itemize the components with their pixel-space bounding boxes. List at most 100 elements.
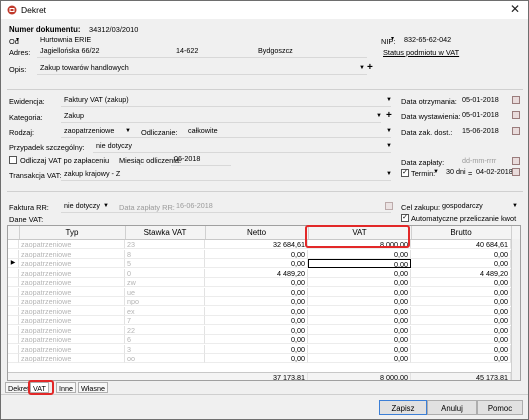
przypadek-select[interactable]: nie dotyczy: [93, 141, 391, 152]
kategoria-add-icon[interactable]: +: [386, 110, 392, 121]
nip-field[interactable]: 832-65-62-042: [401, 35, 471, 46]
cell-stawka[interactable]: 0: [125, 268, 205, 278]
cell-typ[interactable]: zaopatrzeniowe: [19, 240, 125, 249]
ewidencja-select[interactable]: Faktury VAT (zakup): [61, 95, 391, 106]
data-zaplaty-field[interactable]: dd-mm-rrrr: [459, 156, 507, 167]
odliczanie-dropdown-icon[interactable]: ▼: [386, 127, 392, 135]
data-zaplaty-calendar-icon[interactable]: [512, 157, 520, 165]
faktura-rr-dropdown-icon[interactable]: ▼: [103, 202, 109, 210]
automatyczne-checkbox[interactable]: ✓: [401, 214, 409, 222]
table-scrollbar[interactable]: [511, 239, 520, 380]
cel-zakupu-dropdown-icon[interactable]: ▼: [512, 202, 518, 210]
transakcja-select[interactable]: zakup krajowy - Z: [61, 169, 391, 180]
cell-brutto[interactable]: 0,00: [411, 259, 511, 268]
cell-vat[interactable]: 0,00: [308, 287, 411, 297]
cell-brutto[interactable]: 0,00: [411, 278, 511, 287]
adres-street-field[interactable]: Jagiellońska 66/22: [37, 46, 173, 57]
cell-brutto[interactable]: 0,00: [411, 249, 511, 259]
cell-brutto[interactable]: 0,00: [411, 306, 511, 316]
data-wystawienia-field[interactable]: 05-01-2018: [459, 110, 507, 121]
cell-netto[interactable]: 0,00: [205, 344, 308, 354]
cell-typ[interactable]: zaopatrzeniowe: [19, 268, 125, 278]
termin-calendar-icon[interactable]: [512, 168, 520, 176]
cell-typ[interactable]: zaopatrzeniowe: [19, 306, 125, 316]
table-row[interactable]: zaopatrzeniowe 23 32 684,61 8 000,00 40 684,…: [8, 240, 511, 249]
table-row[interactable]: zaopatrzeniowe 3 0,00 0,00 0,00: [8, 344, 511, 354]
cell-vat[interactable]: 0,00: [308, 306, 411, 316]
column-header-brutto[interactable]: Brutto: [411, 226, 512, 239]
ewidencja-dropdown-icon[interactable]: ▼: [386, 96, 392, 104]
cell-typ[interactable]: zaopatrzeniowe: [19, 259, 125, 268]
cell-netto[interactable]: 0,00: [205, 278, 308, 287]
cell-vat[interactable]: 0,00: [308, 354, 411, 363]
cell-netto[interactable]: 4 489,20: [205, 268, 308, 278]
cell-brutto[interactable]: 0,00: [411, 354, 511, 363]
cell-stawka[interactable]: 8: [125, 249, 205, 259]
cell-brutto[interactable]: 4 489,20: [411, 268, 511, 278]
cell-brutto[interactable]: 0,00: [411, 325, 511, 335]
cell-vat[interactable]: 0,00: [308, 335, 411, 344]
zapisz-button[interactable]: Zapisz: [379, 400, 427, 415]
table-row[interactable]: zaopatrzeniowe 6 0,00 0,00 0,00: [8, 335, 511, 344]
adres-zip-field[interactable]: 14-622: [173, 46, 255, 57]
cell-vat[interactable]: 0,00: [308, 316, 411, 325]
nip-dropdown-icon[interactable]: ▾: [391, 35, 394, 43]
cell-vat[interactable]: 0,00: [308, 278, 411, 287]
cell-vat[interactable]: 0,00: [308, 268, 411, 278]
cell-typ[interactable]: zaopatrzeniowe: [19, 287, 125, 297]
cell-netto[interactable]: 0,00: [205, 325, 308, 335]
termin-checkbox[interactable]: ✓: [401, 169, 409, 177]
cell-vat[interactable]: 0,00: [308, 259, 411, 268]
odliczaj-vat-checkbox[interactable]: [9, 156, 17, 164]
cell-vat[interactable]: 0,00: [308, 344, 411, 354]
od-field[interactable]: Hurtownia ERIE: [37, 35, 193, 46]
table-row[interactable]: zaopatrzeniowe oo 0,00 0,00 0,00: [8, 354, 511, 363]
cell-stawka[interactable]: npo: [125, 297, 205, 306]
table-row[interactable]: zaopatrzeniowe zw 0,00 0,00 0,00: [8, 278, 511, 287]
cell-vat[interactable]: 0,00: [308, 297, 411, 306]
data-zak-dost-calendar-icon[interactable]: [512, 127, 520, 135]
cell-brutto[interactable]: 0,00: [411, 316, 511, 325]
cel-zakupu-select[interactable]: gospodarczy: [439, 201, 513, 212]
cell-stawka[interactable]: ue: [125, 287, 205, 297]
faktura-rr-select[interactable]: nie dotyczy: [61, 201, 107, 212]
cell-typ[interactable]: zaopatrzeniowe: [19, 354, 125, 363]
opis-dropdown-icon[interactable]: ▼: [359, 64, 365, 72]
cell-netto[interactable]: 0,00: [205, 297, 308, 306]
cell-netto[interactable]: 0,00: [205, 249, 308, 259]
table-row[interactable]: zaopatrzeniowe 22 0,00 0,00 0,00: [8, 325, 511, 335]
miesiac-field[interactable]: 06-2018: [171, 154, 231, 165]
kategoria-select[interactable]: Zakup: [61, 111, 381, 122]
termin-date-field[interactable]: 04-02-2018: [473, 167, 513, 178]
cell-brutto[interactable]: 0,00: [411, 335, 511, 344]
cell-brutto[interactable]: 0,00: [411, 297, 511, 306]
cell-vat[interactable]: 0,00: [308, 325, 411, 335]
cell-netto[interactable]: 0,00: [205, 259, 308, 268]
rodzaj-dropdown-icon[interactable]: ▼: [125, 127, 131, 135]
opis-field[interactable]: Zakup towarów handlowych: [37, 63, 361, 74]
cell-typ[interactable]: zaopatrzeniowe: [19, 316, 125, 325]
cell-typ[interactable]: zaopatrzeniowe: [19, 249, 125, 259]
data-wystawienia-calendar-icon[interactable]: [512, 111, 520, 119]
pomoc-button[interactable]: Pomoc: [477, 400, 523, 415]
cell-stawka[interactable]: 23: [125, 240, 205, 249]
table-row[interactable]: zaopatrzeniowe ex 0,00 0,00 0,00: [8, 306, 511, 316]
cell-stawka[interactable]: ex: [125, 306, 205, 316]
cell-brutto[interactable]: 0,00: [411, 287, 511, 297]
opis-add-icon[interactable]: +: [367, 62, 373, 73]
cell-typ[interactable]: zaopatrzeniowe: [19, 278, 125, 287]
table-row[interactable]: zaopatrzeniowe 7 0,00 0,00 0,00: [8, 316, 511, 325]
cell-netto[interactable]: 32 684,61: [205, 240, 308, 249]
cell-stawka[interactable]: 6: [125, 335, 205, 344]
table-row[interactable]: zaopatrzeniowe ue 0,00 0,00 0,00: [8, 287, 511, 297]
odliczanie-select[interactable]: całkowite: [185, 126, 391, 137]
table-row[interactable]: zaopatrzeniowe npo 0,00 0,00 0,00: [8, 297, 511, 306]
przypadek-dropdown-icon[interactable]: ▼: [386, 142, 392, 150]
tab-inne[interactable]: Inne: [56, 382, 76, 393]
data-otrzymania-calendar-icon[interactable]: [512, 96, 520, 104]
cell-typ[interactable]: zaopatrzeniowe: [19, 325, 125, 335]
column-header-netto[interactable]: Netto: [205, 226, 309, 239]
cell-brutto[interactable]: 40 684,61: [411, 240, 511, 249]
cell-netto[interactable]: 0,00: [205, 306, 308, 316]
cell-vat[interactable]: 0,00: [308, 249, 411, 259]
